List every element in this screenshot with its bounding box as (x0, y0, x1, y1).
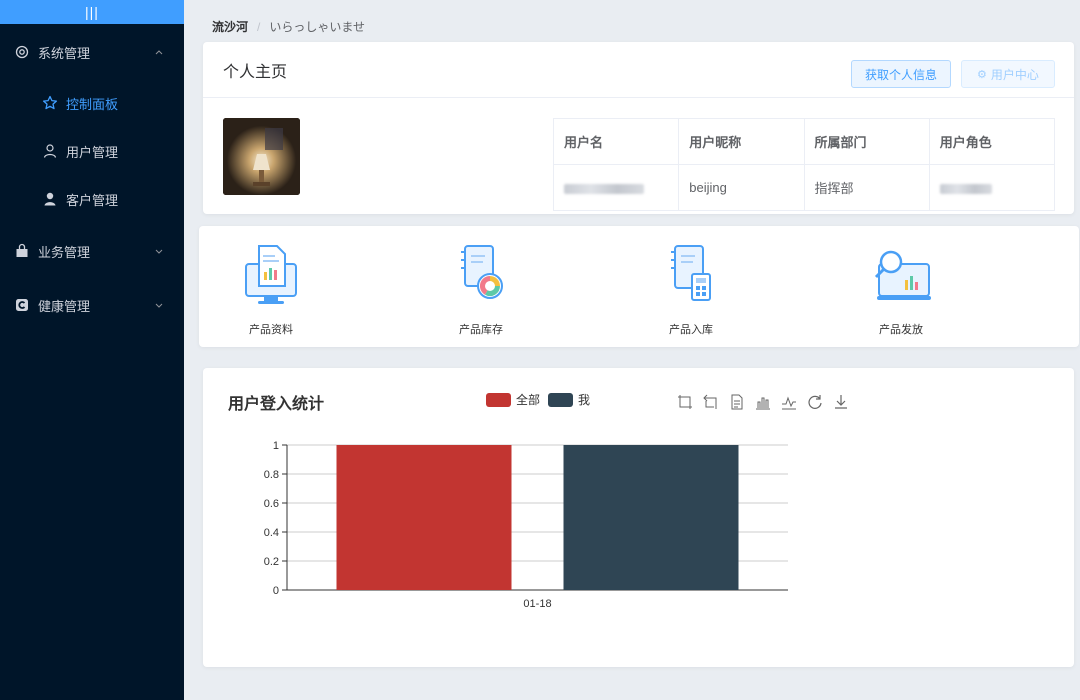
submenu-label: 用户管理 (66, 144, 119, 160)
submenu-label: 客户管理 (66, 192, 119, 208)
user-filled-icon (42, 191, 58, 207)
product-info-shortcut[interactable]: 产品资料 (221, 242, 321, 337)
nickname-cell: beijing (678, 164, 805, 211)
y-tick-label: 0.4 (264, 527, 279, 539)
login-bar-chart: 0 0.2 0.4 0.6 0.8 1 01-18 (264, 440, 788, 610)
chevron-down-icon (155, 249, 163, 254)
breadcrumb-current: いらっしゃいませ (269, 20, 366, 34)
y-tick-label: 0.6 (264, 498, 279, 510)
table-row: beijing 指挥部 (552, 164, 1056, 211)
submenu-dashboard[interactable]: 控制面板 (0, 79, 184, 127)
bar (563, 445, 739, 590)
user-center-label: 用户中心 (990, 67, 1039, 82)
menu-label: 业务管理 (38, 244, 91, 260)
profile-card-header: 个人主页 获取个人信息 ⚙ 用户中心 (203, 42, 1074, 98)
product-label: 产品发放 (879, 324, 923, 336)
submenu-label: 控制面板 (66, 96, 119, 112)
profile-title: 个人主页 (223, 63, 288, 81)
y-tick-label: 0.2 (264, 556, 279, 568)
gear-icon: ⚙ (977, 68, 987, 81)
magnifier-chart-icon (874, 250, 931, 300)
menu-health-management[interactable]: 健康管理 (0, 280, 184, 330)
avatar (223, 118, 300, 195)
product-label: 产品资料 (249, 324, 293, 336)
menu-label: 健康管理 (38, 298, 91, 314)
monitor-report-icon (245, 245, 297, 304)
notebook-pie-icon (461, 245, 503, 299)
y-tick-label: 0.8 (264, 469, 279, 481)
blurred-username (564, 183, 644, 194)
notebook-calculator-icon (671, 245, 711, 301)
y-tick-label: 0 (273, 585, 279, 597)
product-inventory-shortcut[interactable]: 产品库存 (431, 242, 531, 337)
login-stats-card: 用户登入统计 全部 我 0 0.2 0.4 0.6 0.8 1 01-18 (203, 368, 1074, 667)
sidebar: ||| 系统管理 控制面板 用户管理 客户管理 业务管理 健康管理 (0, 0, 184, 700)
breadcrumb-home-link[interactable]: 流沙河 (212, 18, 248, 35)
table-header-cell: 用户角色 (928, 118, 1056, 165)
chevron-down-icon (155, 303, 163, 308)
y-tick-label: 1 (273, 440, 279, 452)
user-center-button[interactable]: ⚙ 用户中心 (961, 60, 1055, 88)
health-icon (14, 297, 30, 313)
user-info-table: 用户名 用户昵称 所属部门 用户角色 beijing 指挥部 (552, 118, 1056, 211)
star-icon (42, 95, 58, 111)
table-header-cell: 用户名 (552, 118, 680, 165)
get-info-button[interactable]: 获取个人信息 (851, 60, 951, 88)
chevron-up-icon (155, 50, 163, 55)
table-header-row: 用户名 用户昵称 所属部门 用户角色 (552, 118, 1056, 165)
department-cell: 指挥部 (803, 164, 930, 211)
settings-icon (14, 44, 30, 60)
table-header-cell: 用户昵称 (678, 118, 805, 165)
product-label: 产品库存 (459, 324, 503, 336)
breadcrumb: 流沙河 / いらっしゃいませ (212, 18, 365, 35)
submenu-customer-management[interactable]: 客户管理 (0, 175, 184, 223)
user-outline-icon (42, 143, 58, 159)
product-inbound-shortcut[interactable]: 产品入库 (641, 242, 741, 337)
product-shortcuts-card: 产品资料 产品库存 产品入库 产品发放 (199, 226, 1079, 347)
x-tick-label: 01-18 (523, 598, 551, 610)
table-header-cell: 所属部门 (803, 118, 930, 165)
menu-label: 系统管理 (38, 45, 91, 61)
bar (336, 445, 512, 590)
profile-card: 个人主页 获取个人信息 ⚙ 用户中心 用户名 用户昵称 所属部门 用户角色 be… (203, 42, 1074, 214)
blurred-role (939, 183, 992, 194)
shopping-bag-icon (14, 243, 30, 259)
submenu-user-management[interactable]: 用户管理 (0, 127, 184, 175)
menu-business-management[interactable]: 业务管理 (0, 226, 184, 276)
sidebar-toggle-button[interactable]: ||| (0, 0, 184, 24)
product-distribution-shortcut[interactable]: 产品发放 (851, 242, 951, 337)
breadcrumb-separator: / (257, 19, 261, 34)
username-cell (552, 164, 680, 211)
product-label: 产品入库 (669, 324, 713, 336)
role-cell (928, 164, 1056, 211)
menu-system-management[interactable]: 系统管理 (0, 27, 184, 77)
